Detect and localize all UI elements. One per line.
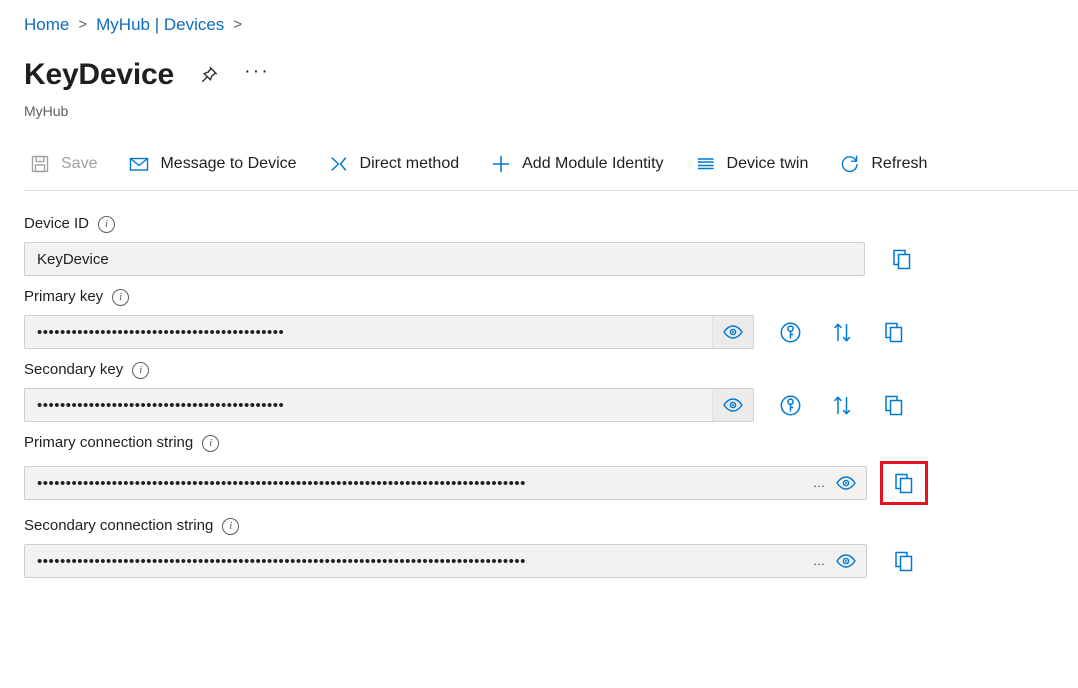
swap-keys-icon [830,320,855,345]
secondary-connection-string-label-row: Secondary connection string i [24,515,1054,537]
title-row: KeyDevice ··· [24,56,270,94]
envelope-icon [127,152,151,176]
copy-icon [892,549,917,574]
plus-icon [489,152,513,176]
save-button[interactable]: Save [24,148,110,180]
device-id-row: KeyDevice [24,242,1054,276]
primary-connection-string-row: ••••••••••••••••••••••••••••••••••••••••… [24,461,1054,505]
page-subtitle: MyHub [24,101,68,121]
field-secondary-connection-string: Secondary connection string i ••••••••••… [24,515,1054,578]
info-icon[interactable]: i [98,216,115,233]
copy-icon [892,471,917,496]
add-module-identity-label: Add Module Identity [522,152,663,176]
device-twin-button[interactable]: Device twin [690,148,822,180]
device-id-input[interactable]: KeyDevice [24,242,865,276]
primary-connection-string-value: ••••••••••••••••••••••••••••••••••••••••… [25,475,813,492]
secondary-key-value: ••••••••••••••••••••••••••••••••••••••••… [25,397,712,414]
primary-connection-string-label: Primary connection string [24,432,193,454]
eye-icon [722,321,744,343]
regenerate-key-icon [778,320,803,345]
secondary-connection-string-label: Secondary connection string [24,515,213,537]
primary-key-input[interactable]: ••••••••••••••••••••••••••••••••••••••••… [24,315,754,349]
save-icon [28,152,52,176]
eye-icon [835,550,857,572]
primary-connection-string-input[interactable]: ••••••••••••••••••••••••••••••••••••••••… [24,466,867,500]
device-id-value: KeyDevice [25,251,109,268]
info-icon[interactable]: i [202,435,219,452]
regenerate-secondary-key-button[interactable] [764,388,816,422]
refresh-label: Refresh [871,152,927,176]
copy-icon [882,320,907,345]
primary-connection-string-truncation: … [813,476,826,490]
primary-key-label-row: Primary key i [24,286,1054,308]
command-bar: Save Message to Device [24,148,953,180]
secondary-key-input[interactable]: ••••••••••••••••••••••••••••••••••••••••… [24,388,754,422]
copy-icon [882,393,907,418]
secondary-key-actions [754,388,920,422]
copy-icon [890,247,915,272]
copy-device-id-button[interactable] [876,242,928,276]
direct-method-label: Direct method [360,152,460,176]
breadcrumb-separator: > [78,14,87,36]
refresh-button[interactable]: Refresh [834,148,940,180]
primary-connection-string-label-row: Primary connection string i [24,432,1054,454]
direct-method-button[interactable]: Direct method [323,148,473,180]
breadcrumb: Home > MyHub | Devices > [24,14,242,36]
field-primary-connection-string: Primary connection string i ••••••••••••… [24,432,1054,505]
secondary-connection-string-value: ••••••••••••••••••••••••••••••••••••••••… [25,553,813,570]
info-icon[interactable]: i [132,362,149,379]
page-title: KeyDevice [24,56,174,94]
direct-method-icon [327,152,351,176]
pin-icon[interactable] [196,62,222,88]
copy-secondary-connection-string-button[interactable] [878,544,930,578]
toolbar-divider [24,190,1078,191]
breadcrumb-separator: > [233,14,242,36]
secondary-key-row: ••••••••••••••••••••••••••••••••••••••••… [24,388,1054,422]
secondary-key-label: Secondary key [24,359,123,381]
info-icon[interactable]: i [222,518,239,535]
eye-icon [722,394,744,416]
toggle-primary-key-visibility-button[interactable] [712,316,753,348]
info-icon[interactable]: i [112,289,129,306]
primary-key-value: ••••••••••••••••••••••••••••••••••••••••… [25,324,712,341]
primary-key-label: Primary key [24,286,103,308]
message-to-device-button[interactable]: Message to Device [123,148,309,180]
field-secondary-key: Secondary key i ••••••••••••••••••••••••… [24,359,1054,422]
list-icon [694,152,718,176]
toggle-secondary-connection-string-visibility-button[interactable] [826,545,866,577]
swap-primary-key-button[interactable] [816,315,868,349]
device-id-label: Device ID [24,213,89,235]
copy-primary-connection-string-button[interactable] [880,461,928,505]
device-form: Device ID i KeyDevice [24,213,1054,588]
secondary-key-label-row: Secondary key i [24,359,1054,381]
secondary-connection-string-input[interactable]: ••••••••••••••••••••••••••••••••••••••••… [24,544,867,578]
copy-primary-key-button[interactable] [868,315,920,349]
primary-key-row: ••••••••••••••••••••••••••••••••••••••••… [24,315,1054,349]
message-to-device-label: Message to Device [160,152,296,176]
copy-secondary-key-button[interactable] [868,388,920,422]
regenerate-primary-key-button[interactable] [764,315,816,349]
add-module-identity-button[interactable]: Add Module Identity [485,148,676,180]
secondary-connection-string-row: ••••••••••••••••••••••••••••••••••••••••… [24,544,1054,578]
breadcrumb-item-home[interactable]: Home [24,14,69,36]
device-twin-label: Device twin [727,152,809,176]
device-details-page: Home > MyHub | Devices > KeyDevice ··· M… [0,0,1078,688]
save-label: Save [61,152,97,176]
toggle-secondary-key-visibility-button[interactable] [712,389,753,421]
toggle-primary-connection-string-visibility-button[interactable] [826,467,866,499]
swap-secondary-key-button[interactable] [816,388,868,422]
swap-keys-icon [830,393,855,418]
more-options-button[interactable]: ··· [244,58,270,92]
field-primary-key: Primary key i ••••••••••••••••••••••••••… [24,286,1054,349]
field-device-id: Device ID i KeyDevice [24,213,1054,276]
breadcrumb-item-myhub-devices[interactable]: MyHub | Devices [96,14,224,36]
regenerate-key-icon [778,393,803,418]
refresh-icon [838,152,862,176]
device-id-label-row: Device ID i [24,213,1054,235]
primary-key-actions [754,315,920,349]
eye-icon [835,472,857,494]
secondary-connection-string-truncation: … [813,554,826,568]
